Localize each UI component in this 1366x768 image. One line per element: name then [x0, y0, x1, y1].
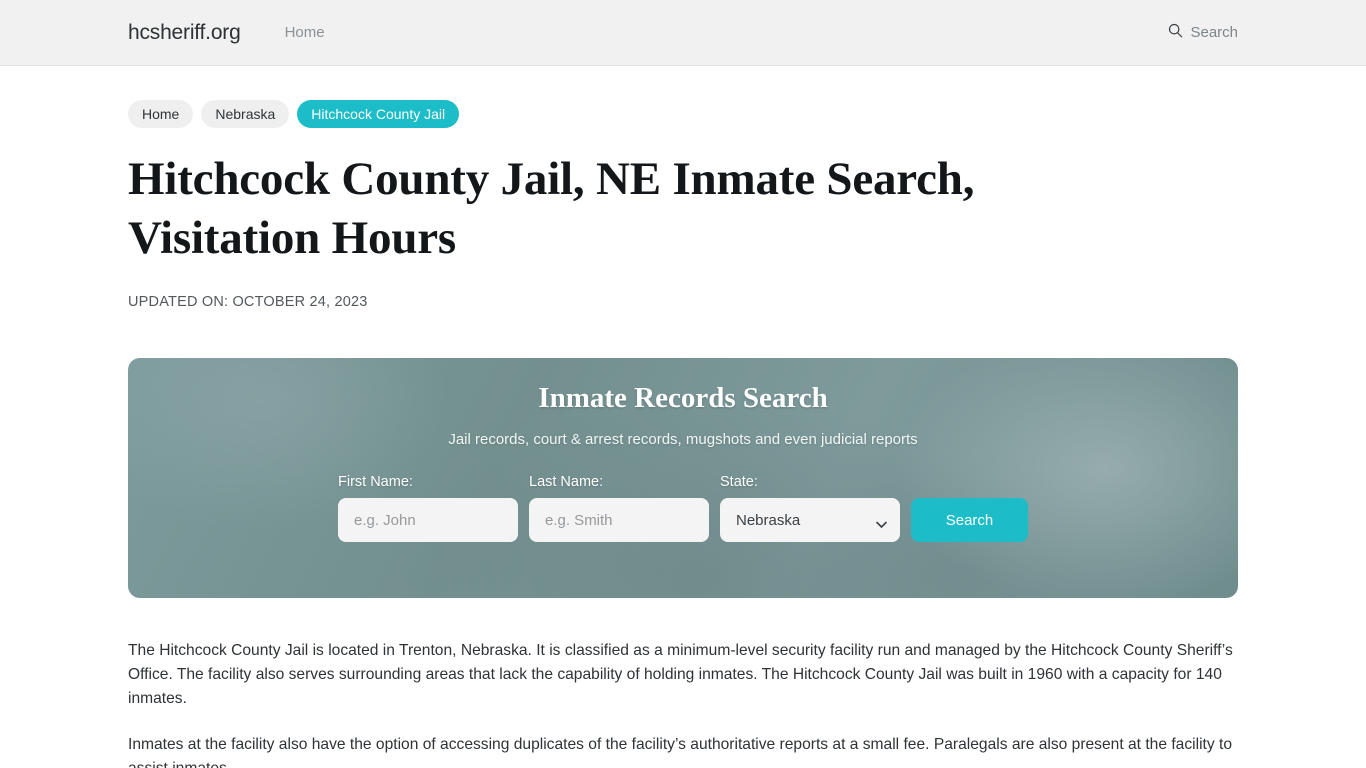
nav-item-home[interactable]: Home: [285, 24, 325, 41]
breadcrumb-item-nebraska[interactable]: Nebraska: [201, 100, 290, 128]
header-search-button[interactable]: Search: [1168, 23, 1238, 43]
search-panel-subtitle: Jail records, court & arrest records, mu…: [448, 431, 918, 448]
header-search-label: Search: [1190, 24, 1238, 41]
page-container: Home Nebraska Hitchcock County Jail Hitc…: [0, 66, 1366, 768]
site-header: hcsheriff.org Home Search: [0, 0, 1366, 66]
search-submit-button[interactable]: Search: [911, 498, 1028, 542]
inmate-records-search-panel: Inmate Records Search Jail records, cour…: [128, 358, 1238, 598]
search-panel-title: Inmate Records Search: [538, 382, 828, 414]
last-name-input[interactable]: [529, 498, 709, 542]
last-name-label: Last Name:: [529, 474, 604, 490]
state-select[interactable]: Nebraska: [720, 498, 900, 542]
first-name-field-group: First Name:: [338, 474, 518, 542]
primary-nav: Home: [285, 24, 325, 41]
breadcrumb: Home Nebraska Hitchcock County Jail: [128, 66, 1238, 128]
first-name-label: First Name:: [338, 474, 413, 490]
search-icon: [1168, 23, 1183, 43]
state-label: State:: [720, 474, 758, 490]
article-paragraph-2: Inmates at the facility also have the op…: [128, 736, 1232, 768]
article-body: The Hitchcock County Jail is located in …: [128, 639, 1238, 768]
state-select-wrap: Nebraska: [720, 498, 900, 542]
search-panel-inner: Inmate Records Search Jail records, cour…: [128, 358, 1238, 542]
breadcrumb-item-hitchcock-county-jail[interactable]: Hitchcock County Jail: [297, 100, 460, 128]
updated-date: UPDATED ON: OCTOBER 24, 2023: [128, 294, 368, 310]
state-field-group: State: Nebraska: [720, 474, 900, 542]
brand-logo[interactable]: hcsheriff.org: [128, 21, 241, 45]
page-title: Hitchcock County Jail, NE Inmate Search,…: [128, 153, 975, 264]
last-name-field-group: Last Name:: [529, 474, 709, 542]
breadcrumb-item-home[interactable]: Home: [128, 100, 194, 128]
first-name-input[interactable]: [338, 498, 518, 542]
inmate-search-form: First Name: Last Name: State: Nebraska: [128, 474, 1238, 542]
article-paragraph-1: The Hitchcock County Jail is located in …: [128, 642, 1233, 707]
